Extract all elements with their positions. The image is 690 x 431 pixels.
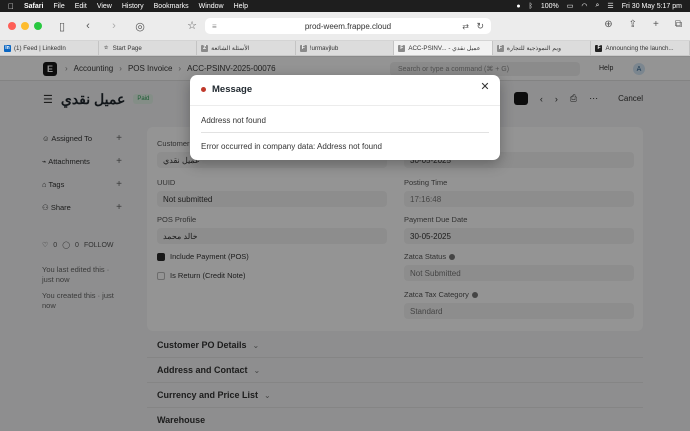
menu-view[interactable]: View (97, 3, 112, 10)
battery-icon[interactable]: ▭ (567, 2, 574, 10)
search-icon[interactable]: ⌕ (595, 2, 599, 10)
tab-bar: in (1) Feed | LinkedIn ☆ Start Page Z ال… (0, 41, 690, 56)
share-icon[interactable]: ⇪ (629, 19, 637, 30)
sidebar-toggle-icon[interactable]: ▯ (56, 20, 68, 33)
minimize-window-icon[interactable] (21, 22, 29, 30)
message-separator (201, 132, 489, 133)
tab-linkedin[interactable]: in (1) Feed | LinkedIn (0, 41, 99, 55)
macos-menubar:  Safari File Edit View History Bookmark… (0, 0, 690, 12)
toolbar-right-buttons: ⊕ ⇪ + ⧉ (604, 19, 682, 30)
apple-icon[interactable]:  (8, 2, 14, 11)
menu-history[interactable]: History (122, 3, 144, 10)
reload-icon[interactable]: ↻ (476, 21, 484, 32)
tab-label: Announcing the launch... (605, 44, 674, 52)
menu-file[interactable]: File (53, 3, 64, 10)
battery-percent: 100% (540, 2, 559, 10)
dialog-divider (190, 105, 500, 106)
dialog-message-line-2: Error occurred in company data: Address … (201, 142, 382, 151)
menu-app-name[interactable]: Safari (24, 3, 43, 10)
tab-label: Start Page (112, 44, 142, 52)
tab-label: (1) Feed | LinkedIn (14, 44, 66, 52)
frappe-icon: F (595, 44, 603, 52)
new-tab-icon[interactable]: + (653, 19, 659, 30)
url-text: prod-weem.frappe.cloud (304, 21, 392, 31)
f-icon: F (299, 44, 307, 52)
window-controls (8, 22, 42, 30)
translate-icon[interactable]: ⇄ (462, 22, 469, 31)
page-settings-icon[interactable]: ≡ (212, 22, 217, 31)
tab-start-page[interactable]: ☆ Start Page (99, 41, 198, 55)
wifi-icon[interactable]: ◠ (581, 2, 587, 10)
menubar-clock[interactable]: Fri 30 May 5:17 pm (622, 3, 682, 10)
tab-faq[interactable]: Z الأسئلة الشائعة (197, 41, 296, 55)
record-icon[interactable]: ● (516, 3, 520, 10)
menu-bookmarks[interactable]: Bookmarks (154, 3, 189, 10)
z-icon: Z (201, 44, 209, 52)
dialog-message-line-1: Address not found (201, 116, 266, 125)
close-window-icon[interactable] (8, 22, 16, 30)
dialog-title: Message (212, 84, 253, 95)
close-icon[interactable]: ✕ (478, 80, 492, 93)
menu-help[interactable]: Help (234, 3, 248, 10)
menubar-status-area: ● ᛒ 100% ▭ ◠ ⌕ ☰ Fri 30 May 5:17 pm (516, 2, 682, 10)
menu-window[interactable]: Window (199, 3, 224, 10)
bluetooth-icon[interactable]: ᛒ (529, 3, 533, 10)
address-bar[interactable]: ≡ prod-weem.frappe.cloud ⇄ ↻ (205, 18, 491, 34)
f-icon: F (496, 44, 504, 52)
forward-icon[interactable]: › (108, 20, 120, 32)
menu-edit[interactable]: Edit (75, 3, 87, 10)
linkedin-icon: in (4, 44, 11, 52)
tab-weem-trading[interactable]: F ويم النموذجية للتجارة (493, 41, 592, 55)
message-dialog: Message ✕ Address not found Error occurr… (190, 75, 500, 160)
tab-overview-icon[interactable]: ⧉ (675, 19, 682, 30)
tab-label: الأسئلة الشائعة (211, 44, 250, 52)
tab-announcing[interactable]: F Announcing the launch... (591, 41, 690, 55)
back-icon[interactable]: ‹ (82, 20, 94, 32)
bookmark-star-icon[interactable]: ☆ (186, 19, 198, 32)
zoom-window-icon[interactable] (34, 22, 42, 30)
download-icon[interactable]: ⊕ (604, 19, 612, 30)
safari-toolbar: ▯ ‹ › ◎ ☆ ≡ prod-weem.frappe.cloud ⇄ ↻ ⊕… (0, 12, 690, 41)
error-indicator-icon (201, 87, 206, 92)
control-center-icon[interactable]: ☰ (607, 2, 613, 10)
tab-pos-invoice[interactable]: F ACC-PSINV... - عميل نقدي (394, 41, 493, 55)
tab-urmavjlub[interactable]: F !urmavjlub (296, 41, 395, 55)
tab-label: ACC-PSINV... - عميل نقدي (408, 44, 481, 52)
dialog-header: Message (201, 84, 252, 95)
f-icon: F (398, 44, 406, 52)
star-icon: ☆ (103, 45, 109, 51)
tab-label: !urmavjlub (309, 44, 339, 52)
tab-label: ويم النموذجية للتجارة (506, 44, 562, 52)
privacy-shield-icon[interactable]: ◎ (134, 20, 146, 33)
